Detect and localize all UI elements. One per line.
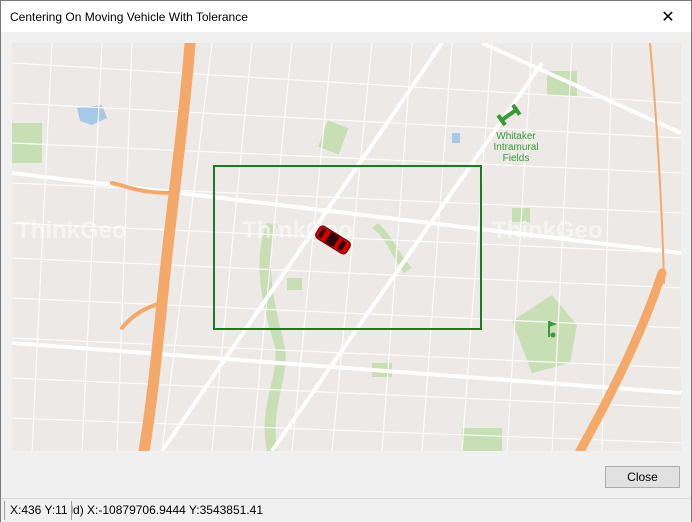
poi-label-line-2: Intramural (493, 142, 538, 153)
world-coordinates: World) X:-10879706.9444 Y:3543851.41 (71, 501, 263, 520)
watermark-1: ThinkGeo (16, 217, 127, 244)
app-window: Centering On Moving Vehicle With Toleran… (0, 0, 692, 522)
screen-coordinates: X:436 Y:11 (4, 501, 74, 520)
poi-label-line-3: Fields (503, 153, 530, 164)
map-view[interactable]: ThinkGeo ThinkGeo ThinkGeo Whitaker Intr… (12, 43, 681, 451)
window-title: Centering On Moving Vehicle With Toleran… (10, 10, 248, 24)
world-coordinates-text: World) X:-10879706.9444 Y:3543851.41 (71, 503, 263, 517)
poi-label-line-1: Whitaker (496, 131, 536, 142)
map-watermarks: ThinkGeo ThinkGeo ThinkGeo (16, 217, 603, 244)
title-bar: Centering On Moving Vehicle With Toleran… (1, 1, 691, 32)
watermark-3: ThinkGeo (492, 217, 603, 244)
close-button[interactable]: Close (605, 466, 680, 488)
close-window-icon[interactable]: ✕ (645, 1, 691, 32)
status-bar: X:436 Y:11 World) X:-10879706.9444 Y:354… (1, 498, 691, 522)
map-canvas[interactable]: ThinkGeo ThinkGeo ThinkGeo Whitaker Intr… (12, 43, 681, 451)
